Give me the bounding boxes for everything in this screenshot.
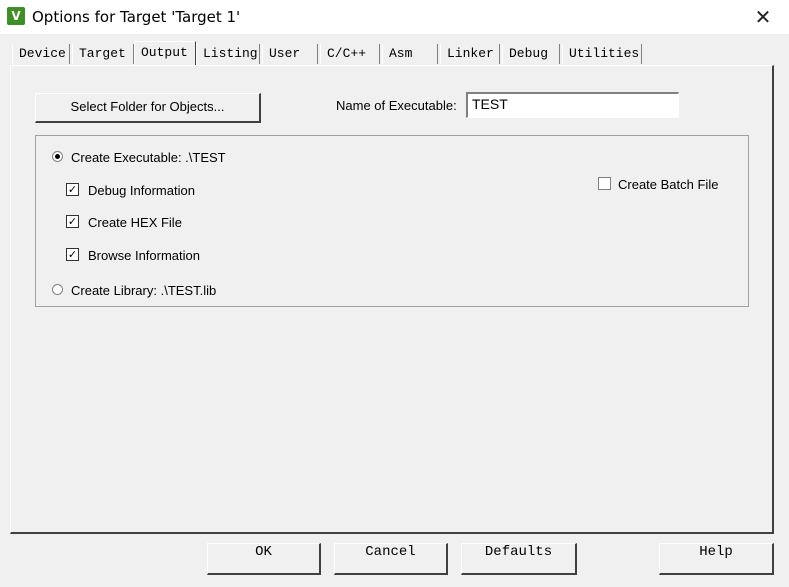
tab-linker[interactable]: Linker: [440, 44, 500, 64]
title-bar: V Options for Target 'Target 1' ✕: [0, 0, 789, 34]
help-button[interactable]: Help: [659, 543, 774, 575]
tab-target[interactable]: Target: [72, 44, 134, 64]
create-library-radio[interactable]: [52, 284, 63, 295]
tab-c-cpp[interactable]: C/C++: [320, 44, 380, 64]
hex-file-checkbox[interactable]: ✓: [66, 215, 79, 228]
hex-file-label: Create HEX File: [88, 215, 182, 230]
exe-name-label: Name of Executable:: [336, 98, 457, 113]
create-executable-radio[interactable]: [52, 151, 63, 162]
close-icon[interactable]: ✕: [749, 4, 777, 30]
create-executable-label: Create Executable: .\TEST: [71, 150, 226, 165]
batch-file-label: Create Batch File: [618, 177, 719, 192]
dialog-body: Device Target Output Listing User C/C++ …: [0, 34, 789, 587]
debug-info-label: Debug Information: [88, 183, 195, 198]
tab-output[interactable]: Output: [134, 41, 196, 65]
ok-button[interactable]: OK: [207, 543, 321, 575]
tab-debug[interactable]: Debug: [502, 44, 560, 64]
cancel-button[interactable]: Cancel: [334, 543, 448, 575]
browse-info-checkbox[interactable]: ✓: [66, 248, 79, 261]
defaults-button[interactable]: Defaults: [461, 543, 577, 575]
browse-info-label: Browse Information: [88, 248, 200, 263]
select-folder-button[interactable]: Select Folder for Objects...: [35, 93, 261, 123]
tab-asm[interactable]: Asm: [382, 44, 438, 64]
tab-listing[interactable]: Listing: [196, 44, 260, 64]
keil-uvision-icon: V: [7, 7, 25, 25]
tab-utilities[interactable]: Utilities: [562, 44, 642, 64]
debug-info-checkbox[interactable]: ✓: [66, 183, 79, 196]
batch-file-checkbox[interactable]: [598, 177, 611, 190]
create-library-label: Create Library: .\TEST.lib: [71, 283, 217, 298]
window-title: Options for Target 'Target 1': [32, 8, 241, 26]
tab-user[interactable]: User: [262, 44, 318, 64]
tab-device[interactable]: Device: [12, 44, 70, 64]
exe-name-input[interactable]: TEST: [466, 92, 679, 118]
